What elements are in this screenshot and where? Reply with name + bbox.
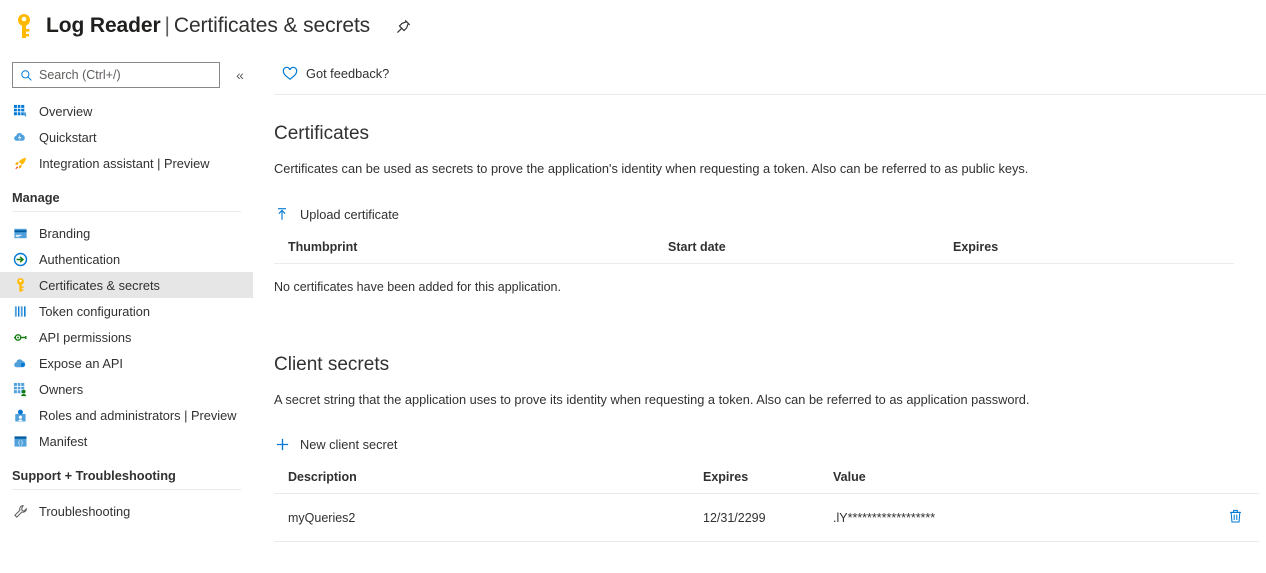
overview-grid-icon	[12, 103, 28, 119]
page-name: Certificates & secrets	[173, 14, 371, 37]
sidebar-section-title: Manage	[12, 190, 60, 205]
sidebar-item-label: Token configuration	[39, 303, 150, 319]
sidebar-item-label: Certificates & secrets	[39, 277, 160, 293]
certificates-section: Certificates Certificates can be used as…	[274, 123, 1266, 294]
sidebar-item-integration-assistant[interactable]: Integration assistant | Preview	[0, 150, 253, 176]
table-row[interactable]: myQueries2 12/31/2299 .lY***************…	[274, 493, 1259, 542]
sidebar-item-manifest[interactable]: {} Manifest	[0, 428, 253, 454]
certificates-table: Thumbprint Start date Expires	[274, 239, 1234, 264]
sidebar-item-label: Overview	[39, 103, 93, 119]
table-header-row: Description Expires Value	[274, 470, 1259, 494]
search-input[interactable]	[39, 68, 199, 82]
new-client-secret-label: New client secret	[300, 437, 398, 452]
sidebar-nav-manage: Branding Authentication Certificates & s…	[0, 218, 266, 454]
content-body: Certificates Certificates can be used as…	[266, 95, 1266, 542]
upload-certificate-label: Upload certificate	[300, 206, 399, 222]
sidebar-section-manage: Manage	[0, 190, 241, 212]
trash-icon[interactable]	[1228, 508, 1243, 524]
api-permissions-key-icon	[12, 329, 28, 345]
column-actions	[1209, 470, 1259, 494]
upload-certificate-button[interactable]: Upload certificate	[274, 202, 399, 226]
main-content: Got feedback? Certificates Certificates …	[266, 52, 1266, 573]
rocket-icon	[12, 155, 28, 171]
key-icon	[12, 277, 28, 293]
sidebar-item-label: API permissions	[39, 329, 132, 345]
sidebar-item-owners[interactable]: Owners	[0, 376, 253, 402]
sidebar-item-label: Authentication	[39, 251, 121, 267]
sidebar-item-label: Quickstart	[39, 129, 97, 145]
client-secrets-table: Description Expires Value myQueries2 12/…	[274, 470, 1259, 542]
sidebar-item-expose-an-api[interactable]: Expose an API	[0, 350, 253, 376]
key-icon	[12, 12, 36, 40]
plus-icon	[274, 437, 290, 453]
sidebar-item-label: Troubleshooting	[39, 503, 131, 519]
sidebar-item-label: Branding	[39, 225, 91, 241]
troubleshooting-wrench-icon	[12, 503, 28, 519]
secret-actions-cell	[1209, 493, 1259, 542]
sidebar-item-authentication[interactable]: Authentication	[0, 246, 253, 272]
blade-header: Log Reader | Certificates & secrets	[0, 0, 1266, 52]
column-start-date[interactable]: Start date	[654, 239, 939, 264]
sidebar-section-title: Support + Troubleshooting	[12, 468, 176, 483]
sidebar-item-label: Manifest	[39, 433, 88, 449]
sidebar-item-api-permissions[interactable]: API permissions	[0, 324, 253, 350]
sidebar: « Overview	[0, 52, 266, 573]
client-secrets-description: A secret string that the application use…	[274, 391, 1030, 407]
search-icon	[20, 69, 33, 82]
column-value[interactable]: Value	[819, 470, 1209, 494]
sidebar-item-roles-and-administrators[interactable]: Roles and administrators | Preview	[0, 402, 253, 428]
azure-portal-blade: Log Reader | Certificates & secrets Sear…	[0, 0, 1266, 573]
sidebar-nav-top: Overview Quickstart Integration assistan…	[0, 96, 266, 176]
expose-api-cloud-icon	[12, 355, 28, 371]
authentication-arrow-icon	[12, 251, 28, 267]
sidebar-item-label: Expose an API	[39, 355, 123, 371]
new-client-secret-button[interactable]: New client secret	[274, 433, 397, 457]
sidebar-nav-support: Troubleshooting	[0, 496, 266, 524]
column-expires[interactable]: Expires	[689, 470, 819, 494]
certificates-title: Certificates	[274, 123, 370, 144]
sidebar-item-overview[interactable]: Overview	[0, 98, 253, 124]
sidebar-item-troubleshooting[interactable]: Troubleshooting	[0, 498, 253, 524]
sidebar-item-branding[interactable]: Branding	[0, 220, 253, 246]
got-feedback-label: Got feedback?	[306, 65, 390, 81]
title-separator: |	[164, 14, 170, 37]
manifest-document-icon: {}	[12, 433, 28, 449]
page-title: Log Reader | Certificates & secrets	[46, 14, 370, 38]
roles-person-icon	[12, 407, 28, 423]
sidebar-item-certificates-and-secrets[interactable]: Certificates & secrets	[0, 272, 253, 298]
command-bar: Got feedback?	[266, 52, 1266, 94]
search-box[interactable]	[12, 62, 220, 88]
got-feedback-button[interactable]: Got feedback?	[274, 58, 397, 88]
table-header-row: Thumbprint Start date Expires	[274, 239, 1234, 264]
secret-expires: 12/31/2299	[689, 493, 819, 542]
section-divider	[12, 489, 241, 490]
client-secrets-section: Client secrets A secret string that the …	[274, 353, 1266, 542]
secret-value: .lY******************	[819, 493, 1209, 542]
collapse-sidebar-button[interactable]: «	[230, 65, 250, 85]
owners-grid-person-icon	[12, 381, 28, 397]
certificates-description: Certificates can be used as secrets to p…	[274, 161, 1029, 176]
section-divider	[12, 211, 241, 212]
sidebar-item-token-configuration[interactable]: Token configuration	[0, 298, 253, 324]
sidebar-section-support: Support + Troubleshooting	[0, 468, 241, 490]
resource-name: Log Reader	[46, 14, 161, 37]
sidebar-search-row: «	[0, 52, 266, 96]
column-thumbprint[interactable]: Thumbprint	[274, 239, 654, 264]
sidebar-item-label: Integration assistant | Preview	[39, 155, 210, 171]
pin-icon[interactable]	[390, 13, 416, 39]
token-bars-icon	[12, 303, 28, 319]
secret-description: myQueries2	[274, 493, 689, 542]
quickstart-cloud-icon	[12, 129, 28, 145]
heart-icon	[282, 65, 298, 81]
sidebar-item-label: Owners	[39, 381, 84, 397]
upload-icon	[274, 206, 290, 222]
sidebar-item-label: Roles and administrators | Preview	[39, 407, 237, 423]
sidebar-item-quickstart[interactable]: Quickstart	[0, 124, 253, 150]
branding-card-icon	[12, 225, 28, 241]
column-expires[interactable]: Expires	[939, 239, 1234, 264]
svg-text:{}: {}	[17, 440, 23, 446]
certificates-empty-message: No certificates have been added for this…	[274, 279, 561, 294]
column-description[interactable]: Description	[274, 470, 689, 494]
client-secrets-title: Client secrets	[274, 353, 390, 375]
